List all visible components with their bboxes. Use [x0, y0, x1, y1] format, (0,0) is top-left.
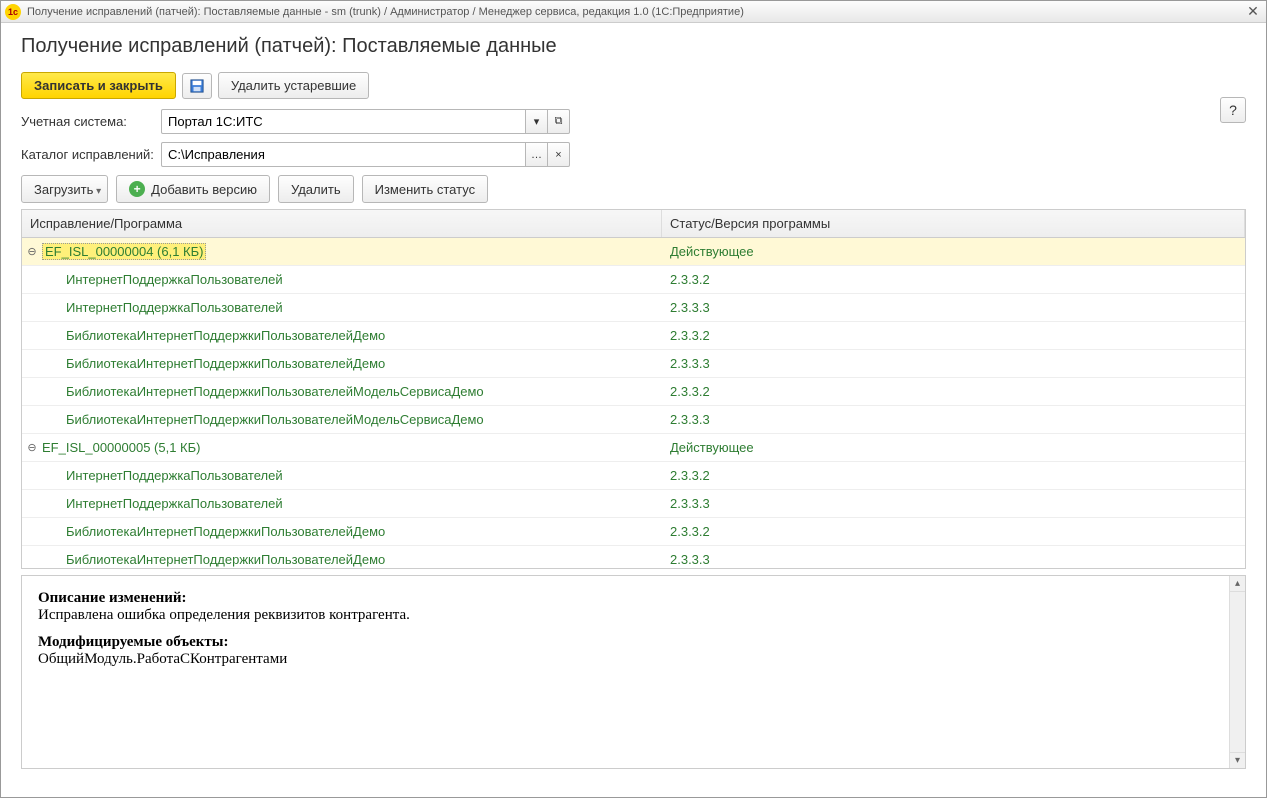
save-and-close-button[interactable]: Записать и закрыть: [21, 72, 176, 99]
table-row[interactable]: БиблиотекаИнтернетПоддержкиПользователей…: [22, 546, 1245, 570]
folder-input[interactable]: [161, 142, 526, 167]
folder-row: Каталог исправлений: … ×: [21, 142, 1246, 167]
row-name: EF_ISL_00000005 (5,1 КБ): [42, 440, 200, 455]
window-title: Получение исправлений (патчей): Поставля…: [27, 6, 1244, 18]
row-name: БиблиотекаИнтернетПоддержкиПользователей…: [66, 524, 385, 539]
scroll-down-icon[interactable]: ▾: [1230, 752, 1245, 768]
main-window: 1c Получение исправлений (патчей): Поста…: [0, 0, 1267, 798]
account-system-input-group: ▾ ⧉: [161, 109, 570, 134]
table-row-group[interactable]: ⊖ EF_ISL_00000005 (5,1 КБ) Действующее: [22, 434, 1245, 462]
row-name: EF_ISL_00000004 (6,1 КБ): [42, 243, 206, 260]
row-status: 2.3.3.2: [662, 324, 1245, 347]
row-name: БиблиотекаИнтернетПоддержкиПользователей…: [66, 328, 385, 343]
add-version-label: Добавить версию: [151, 182, 257, 197]
help-button[interactable]: ?: [1220, 97, 1246, 123]
change-status-button[interactable]: Изменить статус: [362, 175, 488, 203]
folder-label: Каталог исправлений:: [21, 147, 161, 162]
floppy-icon: [190, 79, 204, 93]
row-status: Действующее: [662, 436, 1245, 459]
row-status: Действующее: [662, 240, 1245, 263]
row-name: ИнтернетПоддержкаПользователей: [66, 272, 283, 287]
table-header: Исправление/Программа Статус/Версия прог…: [22, 210, 1245, 238]
table-row[interactable]: БиблиотекаИнтернетПоддержкиПользователей…: [22, 378, 1245, 406]
row-name: БиблиотекаИнтернетПоддержкиПользователей…: [66, 384, 484, 399]
open-icon[interactable]: ⧉: [548, 109, 570, 134]
table-row-group[interactable]: ⊖ EF_ISL_00000004 (6,1 КБ) Действующее: [22, 238, 1245, 266]
account-system-label: Учетная система:: [21, 114, 161, 129]
description-panel: Описание изменений: Исправлена ошибка оп…: [21, 575, 1246, 769]
page-title: Получение исправлений (патчей): Поставля…: [21, 35, 1246, 58]
table-row[interactable]: БиблиотекаИнтернетПоддержкиПользователей…: [22, 406, 1245, 434]
row-status: 2.3.3.3: [662, 548, 1245, 570]
dropdown-icon[interactable]: ▾: [526, 109, 548, 134]
account-system-row: Учетная система: ▾ ⧉: [21, 109, 1246, 134]
row-name: ИнтернетПоддержкаПользователей: [66, 300, 283, 315]
description-scrollbar[interactable]: ▴ ▾: [1229, 576, 1245, 768]
desc-heading-objects: Модифицируемые объекты:: [38, 634, 229, 650]
load-button[interactable]: Загрузить: [21, 175, 108, 203]
delete-outdated-button[interactable]: Удалить устаревшие: [218, 72, 369, 99]
table-row[interactable]: БиблиотекаИнтернетПоддержкиПользователей…: [22, 350, 1245, 378]
delete-button[interactable]: Удалить: [278, 175, 354, 203]
table-row[interactable]: БиблиотекаИнтернетПоддержкиПользователей…: [22, 322, 1245, 350]
row-status: 2.3.3.2: [662, 268, 1245, 291]
browse-icon[interactable]: …: [526, 142, 548, 167]
column-header-status[interactable]: Статус/Версия программы: [662, 210, 1245, 237]
account-system-input[interactable]: [161, 109, 526, 134]
row-status: 2.3.3.2: [662, 464, 1245, 487]
row-name: БиблиотекаИнтернетПоддержкиПользователей…: [66, 412, 484, 427]
row-name: ИнтернетПоддержкаПользователей: [66, 468, 283, 483]
table-toolbar: Загрузить + Добавить версию Удалить Изме…: [21, 175, 1246, 203]
close-icon[interactable]: ✕: [1244, 3, 1262, 20]
row-name: БиблиотекаИнтернетПоддержкиПользователей…: [66, 552, 385, 567]
table-body[interactable]: ⊖ EF_ISL_00000004 (6,1 КБ) Действующее Инте…: [22, 238, 1245, 570]
save-button[interactable]: [182, 73, 212, 99]
table-row[interactable]: ИнтернетПоддержкаПользователей 2.3.3.2: [22, 266, 1245, 294]
plus-icon: +: [129, 181, 145, 197]
add-version-button[interactable]: + Добавить версию: [116, 175, 270, 203]
row-status: 2.3.3.3: [662, 492, 1245, 515]
clear-icon[interactable]: ×: [548, 142, 570, 167]
desc-heading-changes: Описание изменений:: [38, 590, 187, 606]
expander-icon[interactable]: ⊖: [26, 441, 38, 454]
content-area: Получение исправлений (патчей): Поставля…: [1, 23, 1266, 797]
expander-icon[interactable]: ⊖: [26, 245, 38, 258]
main-toolbar: Записать и закрыть Удалить устаревшие: [21, 72, 1246, 99]
row-status: 2.3.3.3: [662, 352, 1245, 375]
row-status: 2.3.3.3: [662, 296, 1245, 319]
table-row[interactable]: ИнтернетПоддержкаПользователей 2.3.3.3: [22, 294, 1245, 322]
folder-input-group: … ×: [161, 142, 570, 167]
titlebar[interactable]: 1c Получение исправлений (патчей): Поста…: [1, 1, 1266, 23]
patch-table: Исправление/Программа Статус/Версия прог…: [21, 209, 1246, 569]
column-header-name[interactable]: Исправление/Программа: [22, 210, 662, 237]
table-row[interactable]: ИнтернетПоддержкаПользователей 2.3.3.3: [22, 490, 1245, 518]
row-status: 2.3.3.2: [662, 380, 1245, 403]
row-status: 2.3.3.2: [662, 520, 1245, 543]
desc-text-objects: ОбщийМодуль.РаботаСКонтрагентами: [38, 651, 287, 667]
app-icon: 1c: [5, 4, 21, 20]
table-row[interactable]: БиблиотекаИнтернетПоддержкиПользователей…: [22, 518, 1245, 546]
row-status: 2.3.3.3: [662, 408, 1245, 431]
scroll-up-icon[interactable]: ▴: [1230, 576, 1245, 592]
desc-text-changes: Исправлена ошибка определения реквизитов…: [38, 607, 410, 623]
row-name: ИнтернетПоддержкаПользователей: [66, 496, 283, 511]
row-name: БиблиотекаИнтернетПоддержкиПользователей…: [66, 356, 385, 371]
table-row[interactable]: ИнтернетПоддержкаПользователей 2.3.3.2: [22, 462, 1245, 490]
